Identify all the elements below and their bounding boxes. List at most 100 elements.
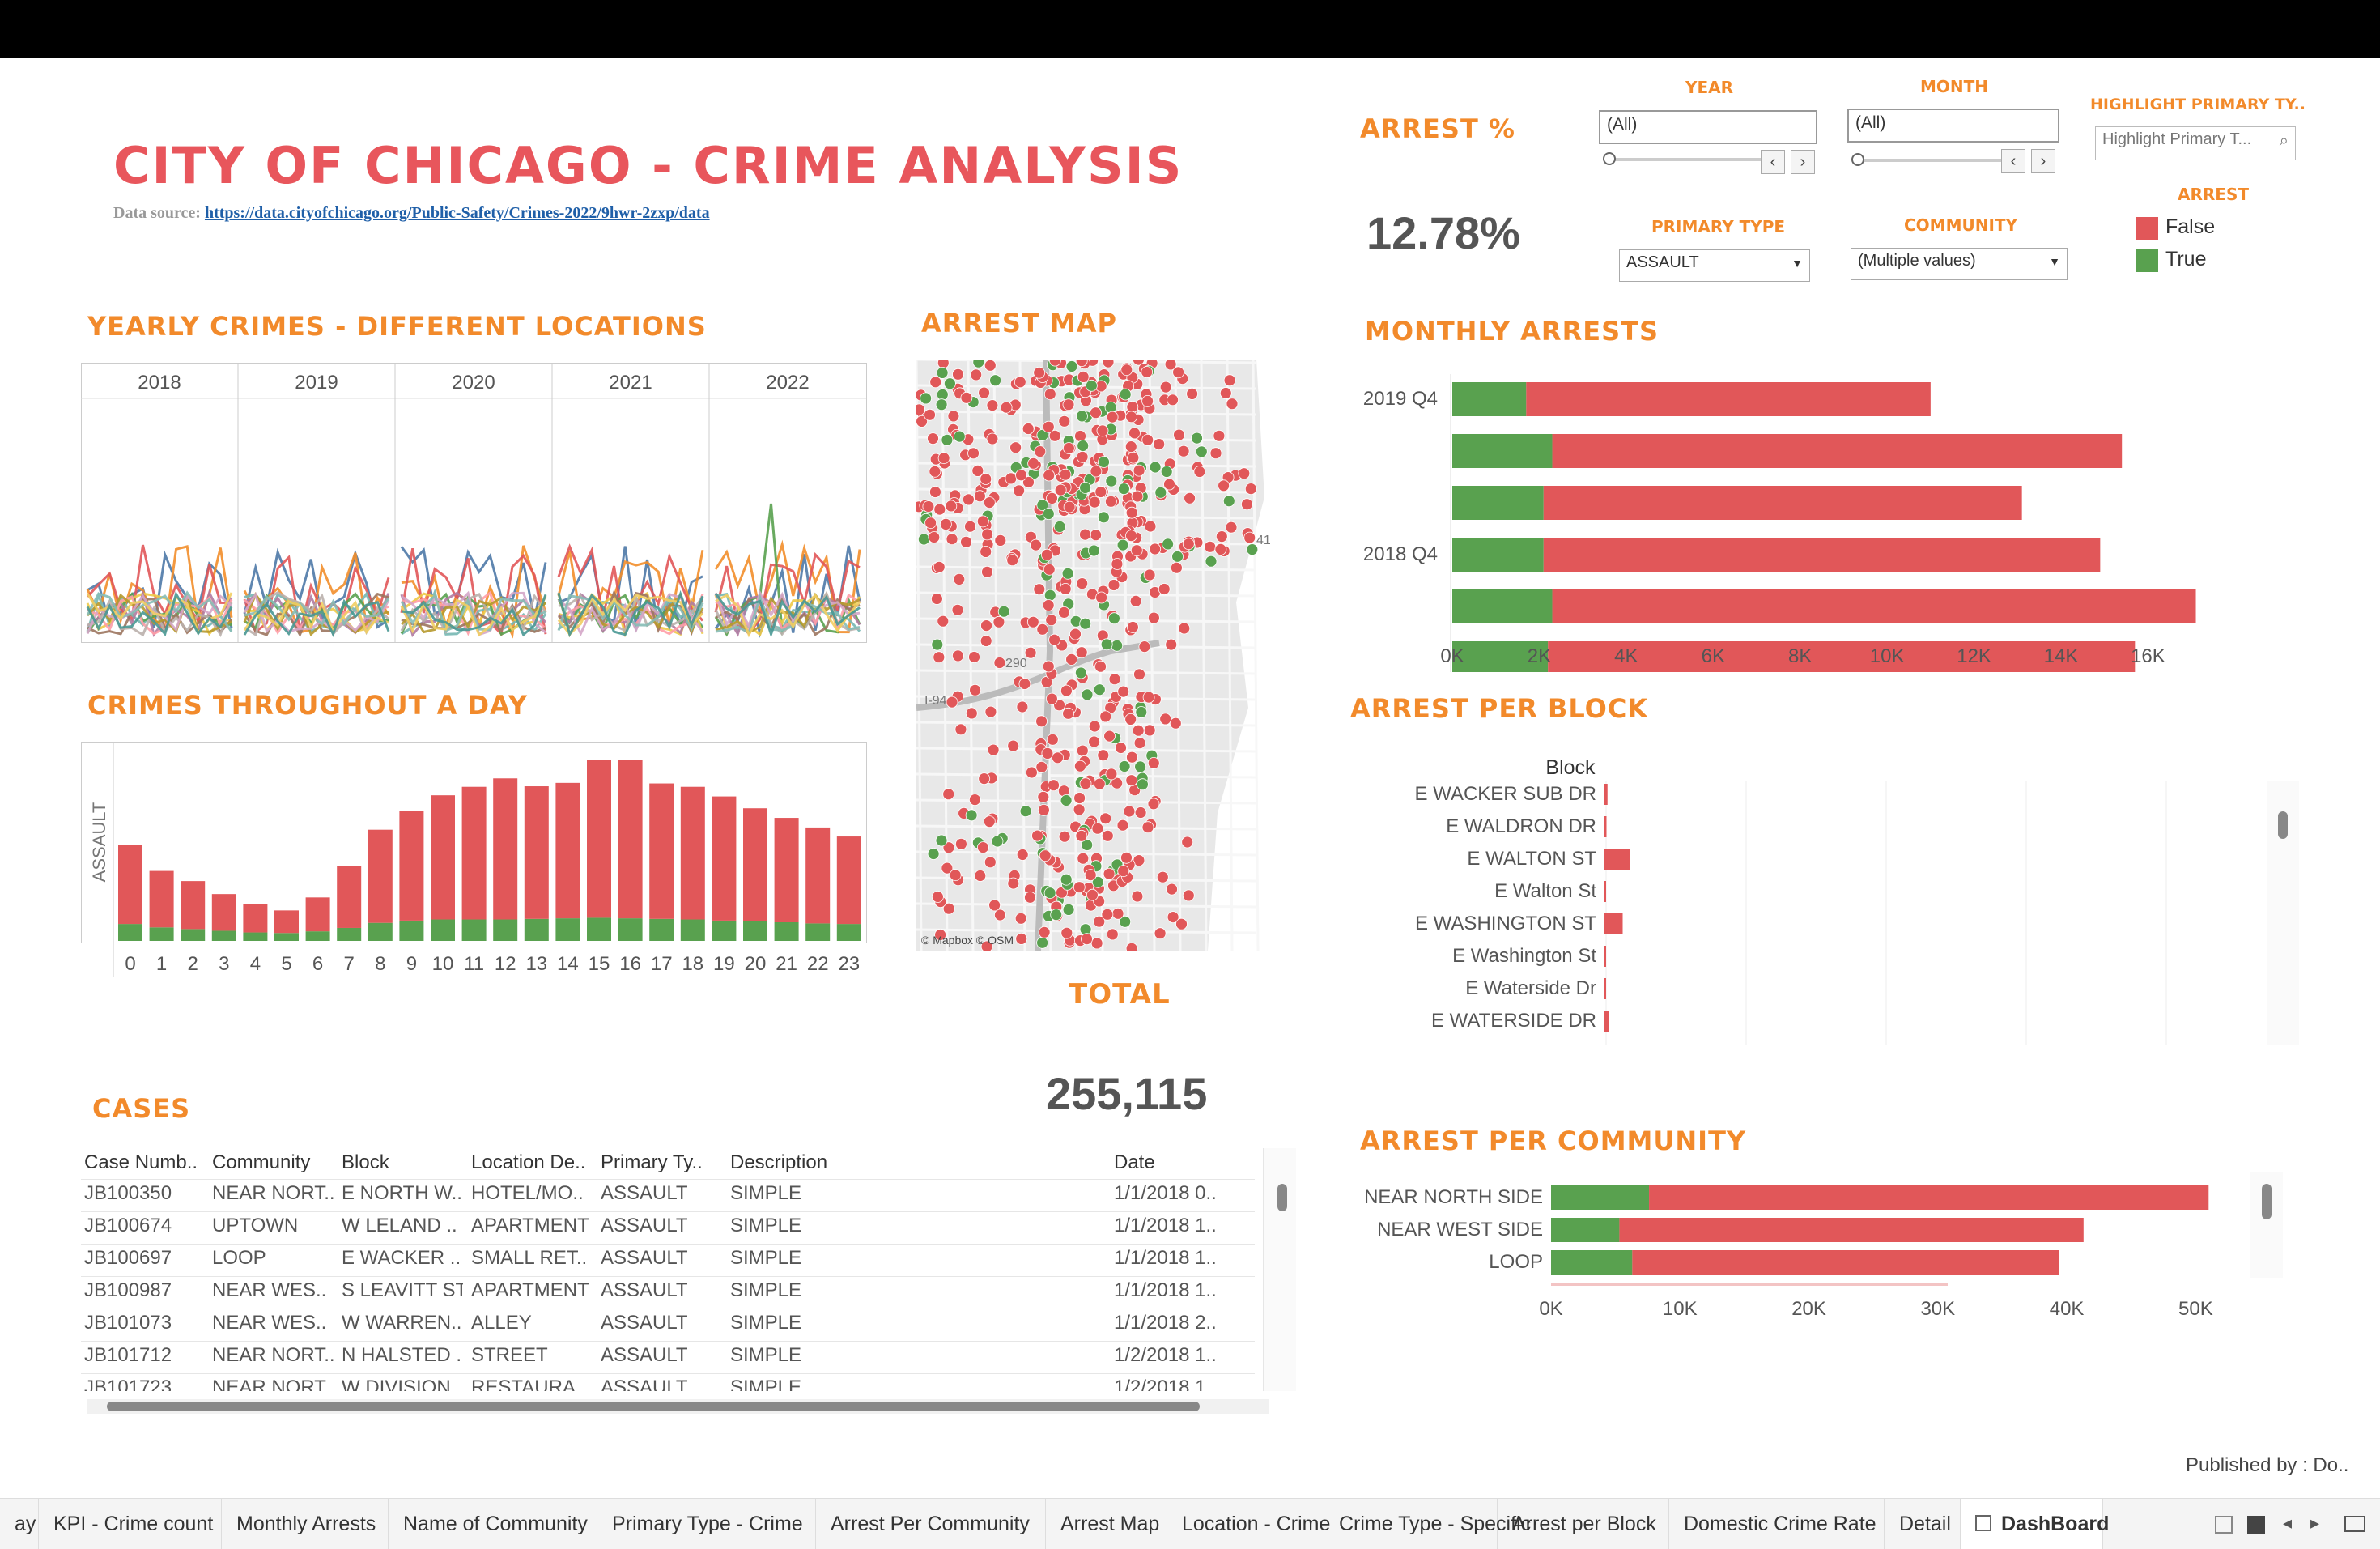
map-point-no-arrest bbox=[1058, 830, 1071, 843]
table-cell[interactable]: ASSAULT bbox=[601, 1279, 722, 1302]
table-cell[interactable]: 1/2/2018 1.. bbox=[1114, 1377, 1235, 1391]
sheet-tab[interactable]: Name of Community bbox=[389, 1499, 597, 1549]
table-cell[interactable]: 1/1/2018 1.. bbox=[1114, 1279, 1235, 1302]
prev-sheet-icon[interactable]: ◂ bbox=[2283, 1513, 2292, 1534]
table-cell[interactable]: ASSAULT bbox=[601, 1312, 722, 1334]
table-cell[interactable]: APARTMENT bbox=[471, 1215, 593, 1237]
sheet-tab[interactable]: Arrest Per Community bbox=[816, 1499, 1046, 1549]
table-cell[interactable]: JB101712 bbox=[84, 1344, 206, 1367]
table-header-cell[interactable]: Description bbox=[730, 1151, 860, 1174]
table-cell[interactable]: NEAR WES.. bbox=[212, 1279, 334, 1302]
table-cell[interactable]: E WACKER .. bbox=[342, 1247, 463, 1270]
table-cell[interactable]: JB100697 bbox=[84, 1247, 206, 1270]
month-slider-track[interactable] bbox=[1855, 159, 2001, 162]
year-slider-handle[interactable] bbox=[1603, 152, 1616, 165]
sheet-tab[interactable]: DashBoard bbox=[1961, 1499, 2109, 1549]
table-header-cell[interactable]: Case Numb.. bbox=[84, 1151, 206, 1174]
table-cell[interactable]: ASSAULT bbox=[601, 1344, 722, 1367]
table-cell[interactable]: 1/1/2018 1.. bbox=[1114, 1215, 1235, 1237]
sheet-tab[interactable]: Domestic Crime Rate bbox=[1669, 1499, 1885, 1549]
sheet-tab[interactable]: Crime Type - Specific bbox=[1324, 1499, 1531, 1549]
table-header-cell[interactable]: Location De.. bbox=[471, 1151, 593, 1174]
table-cell[interactable]: NEAR NORT.. bbox=[212, 1344, 334, 1367]
table-cell[interactable]: ALLEY bbox=[471, 1312, 593, 1334]
arrest-map[interactable]: 290 I-94 41 © Mapbox © OSM bbox=[916, 360, 1307, 951]
month-prev-button[interactable]: ‹ bbox=[2001, 149, 2025, 173]
year-next-button[interactable]: › bbox=[1791, 150, 1815, 174]
table-cell[interactable]: RESTAURA.. bbox=[471, 1377, 593, 1391]
table-cell[interactable]: SIMPLE bbox=[730, 1182, 860, 1205]
community-dropdown[interactable]: (Multiple values) ▼ bbox=[1851, 248, 2068, 280]
table-cell[interactable]: SIMPLE bbox=[730, 1215, 860, 1237]
sheet-tab[interactable]: Arrest per Block bbox=[1498, 1499, 1669, 1549]
table-header-cell[interactable]: Primary Ty.. bbox=[601, 1151, 722, 1174]
next-sheet-icon[interactable]: ▸ bbox=[2310, 1513, 2319, 1534]
table-cell[interactable]: SIMPLE bbox=[730, 1279, 860, 1302]
map-point-no-arrest bbox=[1059, 582, 1072, 595]
table-cell[interactable]: W DIVISION.. bbox=[342, 1377, 463, 1391]
table-cell[interactable]: ASSAULT bbox=[601, 1215, 722, 1237]
table-cell[interactable]: S LEAVITT ST bbox=[342, 1279, 463, 1302]
table-cell[interactable]: SIMPLE bbox=[730, 1247, 860, 1270]
table-cell[interactable]: JB100674 bbox=[84, 1215, 206, 1237]
table-cell[interactable]: LOOP bbox=[212, 1247, 334, 1270]
highlight-search-input[interactable]: Highlight Primary T... ⌕ bbox=[2095, 126, 2296, 160]
sheet-tab[interactable]: Detail bbox=[1885, 1499, 1961, 1549]
primary-type-dropdown[interactable]: ASSAULT ▼ bbox=[1619, 249, 1810, 282]
table-cell[interactable]: NEAR WES.. bbox=[212, 1312, 334, 1334]
table-header-cell[interactable]: Community bbox=[212, 1151, 334, 1174]
table-cell[interactable]: JB101723 bbox=[84, 1377, 206, 1391]
table-cell[interactable]: N HALSTED .. bbox=[342, 1344, 463, 1367]
sheet-tab[interactable]: Primary Type - Crime bbox=[597, 1499, 816, 1549]
table-cell[interactable]: UPTOWN bbox=[212, 1215, 334, 1237]
table-cell[interactable]: SIMPLE bbox=[730, 1344, 860, 1367]
table-cell[interactable]: HOTEL/MO.. bbox=[471, 1182, 593, 1205]
table-cell[interactable]: SIMPLE bbox=[730, 1312, 860, 1334]
table-cell[interactable]: E NORTH W.. bbox=[342, 1182, 463, 1205]
map-point-no-arrest bbox=[1090, 937, 1103, 950]
table-cell[interactable]: W WARREN.. bbox=[342, 1312, 463, 1334]
map-point-no-arrest bbox=[1091, 822, 1104, 835]
table-cell[interactable]: NEAR NORT.. bbox=[212, 1377, 334, 1391]
cases-vscroll-thumb[interactable] bbox=[1277, 1184, 1287, 1211]
table-cell[interactable]: SMALL RET.. bbox=[471, 1247, 593, 1270]
cases-hscroll-thumb[interactable] bbox=[107, 1402, 1200, 1411]
sheet-tab[interactable]: Location - Crime bbox=[1167, 1499, 1330, 1549]
table-cell[interactable]: ASSAULT bbox=[601, 1182, 722, 1205]
sheet-tab[interactable]: Monthly Arrests bbox=[222, 1499, 389, 1549]
table-cell[interactable]: W LELAND .. bbox=[342, 1215, 463, 1237]
table-cell[interactable]: SIMPLE bbox=[730, 1377, 860, 1391]
table-header-cell[interactable]: Block bbox=[342, 1151, 463, 1174]
year-filter-dropdown[interactable]: (All) bbox=[1599, 110, 1817, 144]
month-slider-handle[interactable] bbox=[1851, 153, 1864, 166]
table-cell[interactable]: NEAR NORT.. bbox=[212, 1182, 334, 1205]
table-cell[interactable]: STREET bbox=[471, 1344, 593, 1367]
cases-table[interactable]: Case Numb.. Community Block Location De.. Pr… bbox=[81, 1148, 1295, 1391]
year-slider-track[interactable] bbox=[1607, 158, 1761, 161]
year-prev-button[interactable]: ‹ bbox=[1761, 150, 1785, 174]
table-header-cell[interactable]: Date bbox=[1114, 1151, 1235, 1174]
table-cell[interactable]: JB101073 bbox=[84, 1312, 206, 1334]
map-point-no-arrest bbox=[1076, 744, 1089, 757]
table-cell[interactable]: JB100350 bbox=[84, 1182, 206, 1205]
grid-view-icon[interactable] bbox=[2215, 1516, 2233, 1534]
sheet-tab[interactable]: Arrest Map bbox=[1046, 1499, 1167, 1549]
single-view-icon[interactable] bbox=[2247, 1516, 2265, 1534]
month-next-button[interactable]: › bbox=[2031, 149, 2055, 173]
sheet-tab[interactable]: KPI - Crime count bbox=[39, 1499, 222, 1549]
month-filter-dropdown[interactable]: (All) bbox=[1847, 109, 2059, 143]
table-cell[interactable]: ASSAULT bbox=[601, 1377, 722, 1391]
map-point-no-arrest bbox=[954, 723, 967, 736]
total-title: Total bbox=[1069, 978, 1171, 1011]
sheet-tab[interactable]: ay bbox=[0, 1499, 39, 1549]
presentation-icon[interactable] bbox=[2344, 1516, 2365, 1532]
table-cell[interactable]: 1/1/2018 0.. bbox=[1114, 1182, 1235, 1205]
table-cell[interactable]: 1/1/2018 1.. bbox=[1114, 1247, 1235, 1270]
map-point-arrest bbox=[997, 605, 1010, 618]
table-cell[interactable]: APARTMENT bbox=[471, 1279, 593, 1302]
table-cell[interactable]: JB100987 bbox=[84, 1279, 206, 1302]
table-cell[interactable]: 1/1/2018 2.. bbox=[1114, 1312, 1235, 1334]
table-cell[interactable]: 1/2/2018 1.. bbox=[1114, 1344, 1235, 1367]
data-source-link[interactable]: https://data.cityofchicago.org/Public-Sa… bbox=[205, 204, 710, 222]
table-cell[interactable]: ASSAULT bbox=[601, 1247, 722, 1270]
